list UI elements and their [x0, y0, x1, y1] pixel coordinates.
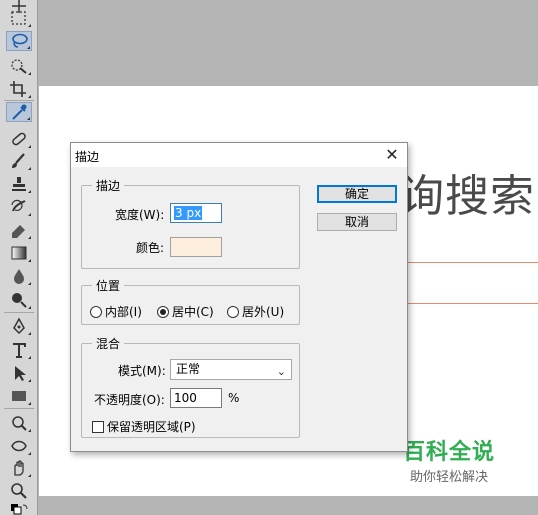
quick-selection-icon[interactable] — [6, 56, 32, 76]
radio-inside-label: 内部(I) — [105, 305, 142, 319]
color-label: 颜色: — [136, 241, 165, 255]
dialog-title: 描边 — [75, 150, 100, 164]
mode-label: 模式(M): — [118, 364, 166, 378]
radio-outside[interactable]: 居外(U) — [227, 303, 284, 320]
close-icon[interactable]: ✕ — [383, 146, 401, 164]
opacity-input[interactable]: 100 — [170, 388, 222, 408]
width-value: 3 px — [174, 206, 203, 220]
brush-tool-icon[interactable] — [6, 151, 32, 171]
eraser-tool-icon[interactable] — [6, 220, 32, 240]
ok-button[interactable]: 确定 — [317, 185, 397, 203]
mode-select[interactable]: 正常 ⌄ — [170, 359, 292, 380]
toolbar-separator — [4, 312, 34, 313]
radio-dot-selected — [157, 305, 169, 318]
marquee-tool-icon[interactable] — [6, 8, 32, 28]
radio-center-label: 居中(C) — [172, 305, 214, 319]
blend-group: 混合 模式(M): 正常 ⌄ 不透明度(O): 100 % 保留透明区域(P) — [81, 335, 300, 438]
chevron-down-icon: ⌄ — [276, 365, 286, 378]
radio-outside-label: 居外(U) — [242, 305, 285, 319]
canvas-pasteboard-top — [39, 0, 538, 86]
canvas-guide-line — [408, 303, 538, 304]
opacity-value: 100 — [174, 391, 197, 405]
color-swatch[interactable] — [170, 237, 222, 257]
opacity-unit: % — [228, 391, 240, 405]
preserve-transparency-checkbox[interactable]: 保留透明区域(P) — [92, 418, 196, 435]
gradient-tool-icon[interactable] — [6, 243, 32, 263]
preserve-transparency-label: 保留透明区域(P) — [107, 420, 196, 434]
radio-center[interactable]: 居中(C) — [157, 303, 214, 320]
crop-tool-icon[interactable] — [6, 79, 32, 99]
toolbar-separator — [4, 100, 34, 101]
rotate-view-icon[interactable] — [6, 413, 32, 433]
mode-value: 正常 — [176, 362, 201, 376]
width-label: 宽度(W): — [115, 208, 165, 222]
clone-stamp-icon[interactable] — [6, 174, 32, 194]
zoom-tool-icon[interactable] — [6, 481, 32, 501]
radio-inside[interactable]: 内部(I) — [90, 303, 142, 320]
position-group-label: 位置 — [92, 277, 125, 294]
position-group: 位置 内部(I) 居中(C) 居外(U) — [81, 277, 300, 325]
history-brush-icon[interactable] — [6, 197, 32, 217]
stroke-group-label: 描边 — [92, 177, 125, 194]
canvas-guide-line — [408, 262, 538, 263]
width-input[interactable]: 3 px — [170, 203, 222, 223]
hand-tool-icon[interactable] — [6, 458, 32, 478]
lasso-tool-icon[interactable] — [6, 31, 32, 51]
dialog-titlebar[interactable]: 描边 ✕ — [71, 143, 407, 167]
pen-tool-icon[interactable] — [6, 316, 32, 336]
toolbar-separator — [4, 408, 34, 409]
checkbox-box — [92, 420, 104, 433]
radio-dot — [90, 305, 102, 318]
tools-panel — [0, 0, 38, 515]
type-tool-icon[interactable] — [6, 340, 32, 360]
rectangle-tool-icon[interactable] — [6, 386, 32, 406]
cancel-button[interactable]: 取消 — [317, 213, 397, 231]
opacity-label: 不透明度(O): — [94, 393, 165, 407]
radio-dot — [227, 305, 239, 318]
dodge-tool-icon[interactable] — [6, 290, 32, 310]
healing-brush-icon[interactable] — [6, 129, 32, 149]
eyedropper-tool-icon[interactable] — [6, 102, 32, 122]
stroke-dialog: 描边 ✕ 描边 宽度(W): 3 px 颜色: 位置 内部(I) 居中(C) 居… — [70, 142, 408, 452]
blur-tool-icon[interactable] — [6, 266, 32, 286]
3d-tool-icon[interactable] — [6, 436, 32, 456]
canvas-text-layer: 询搜索 — [400, 171, 535, 222]
stroke-group: 描边 宽度(W): 3 px 颜色: — [81, 177, 300, 269]
watermark-subtitle: 助你轻松解决 — [409, 470, 488, 485]
path-selection-icon[interactable] — [6, 363, 32, 383]
canvas-pasteboard-bottom — [39, 496, 538, 515]
default-colors-icon[interactable] — [6, 501, 32, 515]
blend-group-label: 混合 — [92, 335, 125, 352]
